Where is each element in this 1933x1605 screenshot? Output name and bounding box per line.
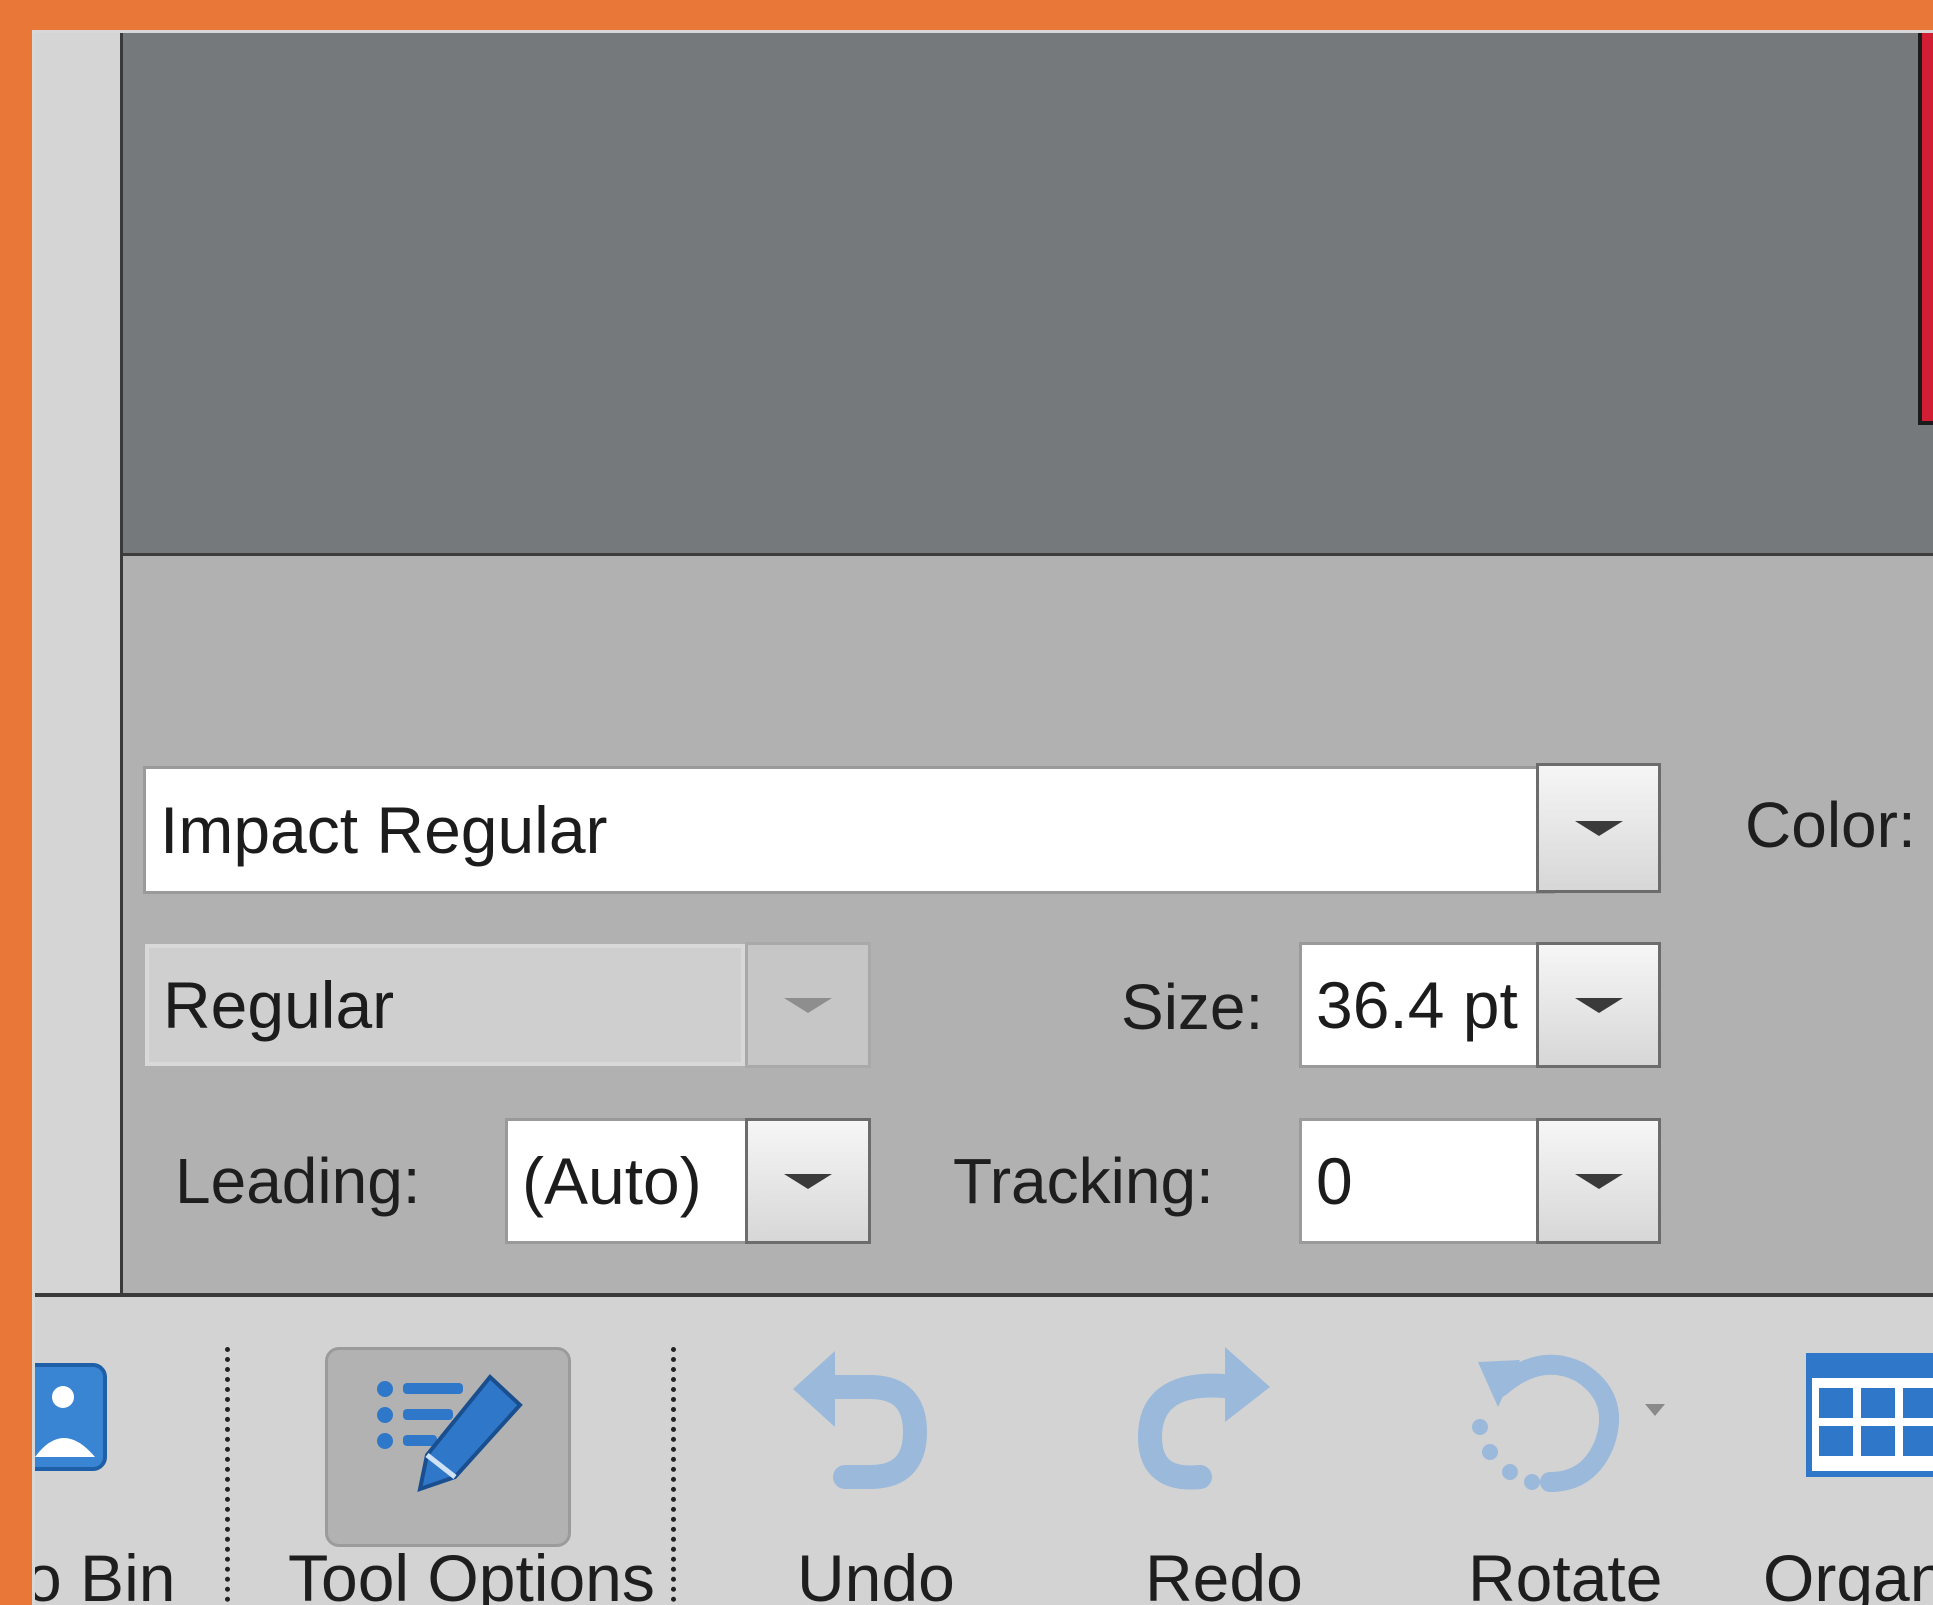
leading-field[interactable]: (Auto) [505,1118,777,1244]
tool-options-button[interactable]: Tool Options [250,1297,670,1605]
canvas-area[interactable] [123,33,1933,556]
redo-icon [1137,1347,1270,1490]
editor-window: Impact Regular Color: Regular Size: 36.4… [32,30,1933,1605]
rotate-icon [1472,1354,1665,1492]
left-panel-strip [35,33,123,1293]
size-field[interactable]: 36.4 pt [1299,942,1561,1068]
photo-bin-label: o Bin [32,1541,176,1605]
rotate-label: Rotate [1468,1541,1663,1605]
tool-options-icon [377,1374,523,1493]
organizer-icon [1806,1353,1933,1477]
font-style-dropdown-button[interactable] [745,942,871,1068]
toolbar-divider [671,1347,676,1605]
font-family-value: Impact Regular [160,793,608,867]
font-style-field[interactable]: Regular [145,944,745,1066]
chevron-down-icon [784,1173,832,1189]
tool-options-panel: Impact Regular Color: Regular Size: 36.4… [123,556,1933,1293]
organizer-label: Organi [1763,1541,1933,1605]
leading-value: (Auto) [522,1144,702,1218]
leading-dropdown-button[interactable] [745,1118,871,1244]
bottom-taskbar: o Bin Tool Options Undo Redo Rotate Orga [35,1293,1933,1605]
undo-button[interactable]: Undo [735,1297,975,1605]
rotate-button[interactable]: Rotate [1420,1297,1690,1605]
font-family-field[interactable]: Impact Regular [143,766,1555,894]
chevron-down-icon [1574,997,1623,1013]
chevron-down-icon [1574,1173,1623,1189]
color-label: Color: [1745,789,1916,861]
redo-button[interactable]: Redo [1075,1297,1315,1605]
size-label: Size: [1121,971,1264,1043]
font-style-value: Regular [163,968,395,1042]
chevron-down-icon [1574,820,1623,836]
photo-bin-button[interactable]: o Bin [35,1297,205,1605]
tracking-dropdown-button[interactable] [1536,1118,1661,1244]
image-preview[interactable] [1918,33,1933,425]
undo-icon [793,1351,928,1489]
tracking-label: Tracking: [953,1145,1214,1217]
tracking-field[interactable]: 0 [1299,1118,1561,1244]
photo-bin-icon [35,1363,107,1471]
toolbar-divider [225,1347,230,1605]
leading-label: Leading: [175,1145,421,1217]
chevron-down-icon [784,997,832,1013]
redo-label: Redo [1145,1541,1303,1605]
organizer-button[interactable]: Organi [1725,1297,1933,1605]
undo-label: Undo [797,1541,955,1605]
font-family-dropdown-button[interactable] [1536,763,1661,893]
tracking-value: 0 [1316,1144,1353,1218]
size-dropdown-button[interactable] [1536,942,1661,1068]
tool-options-label: Tool Options [288,1541,655,1605]
size-value: 36.4 pt [1316,968,1518,1042]
